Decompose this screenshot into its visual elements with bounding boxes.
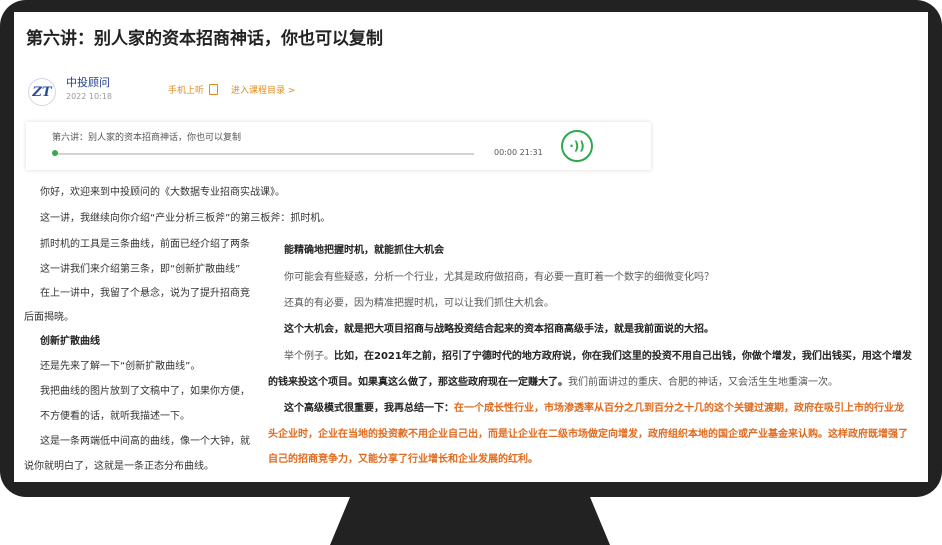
summary-highlight: 自己的招商竞争力，又能分享了行业增长和企业发展的红利。: [268, 454, 538, 465]
section-heading: 创新扩散曲线: [40, 336, 100, 347]
paragraph-example: 举个例子。比如，在2021年之前，招引了宁德时代的地方政府说，你在我们这里的投资…: [284, 347, 912, 362]
paragraph-left: 在上一讲中，我留了个悬念，说为了提升招商竞: [40, 288, 250, 299]
right-heading: 能精确地把握时机，就能抓住大机会: [284, 245, 444, 256]
paragraph-left: 后面揭晓。: [24, 312, 74, 323]
paragraph-intro: 你好，欢迎来到中投顾问的《大数据专业招商实战课》。: [40, 187, 285, 198]
paragraph-left: 这一讲我们来介绍第三条，即“创新扩散曲线”: [40, 264, 241, 275]
monitor-frame: 第六讲：别人家的资本招商神话，你也可以复制 ZT 中投顾问 2022 10:18…: [0, 0, 942, 497]
paragraph-left: 说你就明白了，这就是一条正态分布曲线。: [24, 461, 214, 472]
author-name[interactable]: 中投顾问: [66, 74, 110, 90]
paragraph-left: 这是一条两端低中间高的曲线，像一个大钟，就: [40, 436, 250, 447]
paragraph-summary: 这个高级模式很重要，我再总结一下：在一个成长性行业，市场渗透率从百分之几到百分之…: [284, 399, 904, 414]
paragraph-left: 我把曲线的图片放到了文稿中了，如果你方便，: [40, 386, 250, 397]
track-time: 00:00 21:31: [494, 148, 543, 157]
paragraph-example-cont: 的钱来投这个项目。如果真这么做了，那这些政府现在一定赚大了。我们前面讲过的重庆、…: [268, 373, 838, 388]
paragraph-left: 抓时机的工具是三条曲线，前面已经介绍了两条: [40, 239, 250, 250]
summary-lead: 这个高级模式很重要，我再总结一下：: [284, 403, 454, 414]
example-bold: 的钱来投这个项目。如果真这么做了，那这些政府现在一定赚大了。: [268, 377, 568, 388]
sound-wave-icon: ·)): [569, 139, 585, 153]
paragraph-left: 还是先来了解一下“创新扩散曲线”。: [40, 361, 201, 372]
example-tail: 我们前面讲过的重庆、合肥的神话，又会活生生地重演一次。: [568, 377, 838, 388]
track-title: 第六讲：别人家的资本招商神话，你也可以复制: [52, 133, 242, 143]
paragraph-lecture: 这一讲，我继续向你介绍“产业分析三板斧”的第三板斧：抓时机。: [40, 213, 331, 224]
summary-highlight: 头企业时，企业在当地的投资款不用企业自己出，而是让企业在二级市场做定向增发，政府…: [268, 429, 908, 440]
screen: 第六讲：别人家的资本招商神话，你也可以复制 ZT 中投顾问 2022 10:18…: [14, 12, 928, 482]
paragraph-question: 你可能会有些疑惑，分析一个行业，尤其是政府做招商，有必要一直盯着一个数字的细微变…: [284, 272, 714, 283]
logo-icon: ZT: [32, 84, 52, 100]
avatar[interactable]: ZT: [28, 78, 56, 106]
summary-highlight: 在一个成长性行业，市场渗透率从百分之几到百分之十几的这个关键过渡期，政府在吸引上…: [454, 403, 904, 414]
progress-knob[interactable]: [52, 150, 58, 156]
listen-on-phone-link[interactable]: 手机上听: [168, 83, 219, 96]
progress-track[interactable]: [54, 153, 474, 155]
example-lead: 举个例子。: [284, 351, 334, 362]
author-row: ZT 中投顾问 2022 10:18 手机上听 进入课程目录 >: [28, 72, 628, 108]
page-title: 第六讲：别人家的资本招商神话，你也可以复制: [26, 29, 383, 49]
paragraph-answer: 还真的有必要，因为精准把握时机，可以让我们抓住大机会。: [284, 298, 554, 309]
listen-label: 手机上听: [168, 86, 205, 96]
play-button[interactable]: ·)): [561, 130, 593, 162]
audio-player: 第六讲：别人家的资本招商神话，你也可以复制 00:00 21:31 ·)): [26, 122, 651, 170]
paragraph-left: 不方便看的话，就听我描述一下。: [40, 411, 190, 422]
paragraph-big-chance: 这个大机会，就是把大项目招商与战略投资结合起来的资本招商高级手法，就是我前面说的…: [284, 324, 714, 335]
example-bold: 比如，在2021年之前，招引了宁德时代的地方政府说，你在我们这里的投资不用自己出…: [334, 351, 912, 362]
monitor-stand: [330, 497, 610, 545]
course-catalog-link[interactable]: 进入课程目录 >: [231, 83, 295, 96]
publish-date: 2022 10:18: [66, 92, 112, 101]
phone-icon: [209, 84, 219, 95]
